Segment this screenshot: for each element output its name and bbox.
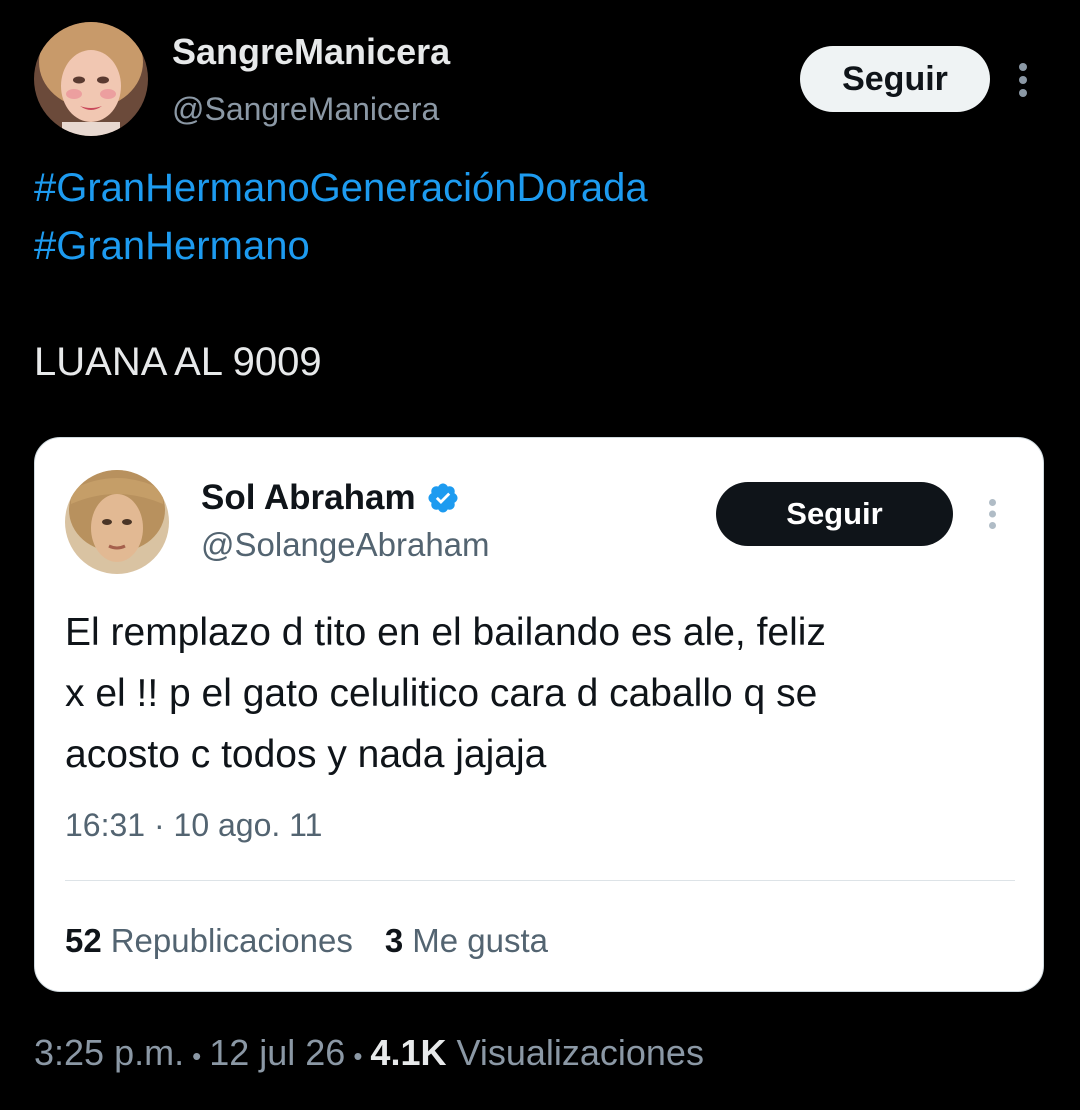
quoted-author-name[interactable]: Sol Abraham xyxy=(201,476,416,520)
quoted-tweet-card[interactable]: Sol Abraham @SolangeAbraham Seguir El re… xyxy=(34,437,1044,992)
more-options-button[interactable] xyxy=(1006,58,1040,102)
quoted-author-handle[interactable]: @SolangeAbraham xyxy=(201,524,490,566)
reposts-count: 52 xyxy=(65,922,102,959)
verified-badge-icon xyxy=(426,481,460,515)
quoted-tweet-stats: 52 Republicaciones 3 Me gusta xyxy=(65,920,548,962)
more-vertical-icon xyxy=(1019,63,1027,97)
follow-button[interactable]: Seguir xyxy=(800,46,990,112)
tweet-footer: 3:25 p.m. • 12 jul 26 • 4.1K Visualizaci… xyxy=(34,1030,704,1079)
tweet-text: LUANA AL 9009 xyxy=(34,340,322,384)
author-name[interactable]: SangreManicera xyxy=(172,30,450,74)
quoted-more-options-button[interactable] xyxy=(977,494,1007,534)
quoted-tweet-timestamp[interactable]: 16:31 · 10 ago. 11 xyxy=(65,804,322,846)
quoted-tweet-text-line: x el !! p el gato celulitico cara d caba… xyxy=(65,672,818,715)
reposts-label: Republicaciones xyxy=(110,922,353,959)
views-label[interactable]: Visualizaciones xyxy=(456,1030,703,1076)
author-avatar[interactable] xyxy=(34,22,148,136)
likes-stat[interactable]: 3 Me gusta xyxy=(385,920,548,962)
divider xyxy=(65,880,1015,881)
separator: • xyxy=(192,1041,202,1071)
hashtag-link[interactable]: #GranHermano xyxy=(34,220,310,272)
separator: • xyxy=(353,1041,363,1071)
views-count[interactable]: 4.1K xyxy=(370,1030,446,1076)
author-handle[interactable]: @SangreManicera xyxy=(172,88,439,130)
avatar-photo-icon xyxy=(34,22,148,136)
quoted-tweet-text: El remplazo d tito en el bailando es ale… xyxy=(65,602,1015,785)
quoted-tweet-text-line: acosto c todos y nada jajaja xyxy=(65,733,547,776)
avatar-photo-icon xyxy=(65,470,169,574)
tweet-time[interactable]: 3:25 p.m. xyxy=(34,1030,184,1076)
quoted-tweet-text-line: El remplazo d tito en el bailando es ale… xyxy=(65,611,826,654)
more-vertical-icon xyxy=(988,499,996,529)
reposts-stat[interactable]: 52 Republicaciones xyxy=(65,920,353,962)
quoted-author-avatar[interactable] xyxy=(65,470,169,574)
tweet-date[interactable]: 12 jul 26 xyxy=(209,1030,345,1076)
hashtag-link[interactable]: #GranHermanoGeneraciónDorada xyxy=(34,162,648,214)
likes-label: Me gusta xyxy=(412,922,548,959)
quoted-author-name-row[interactable]: Sol Abraham xyxy=(201,476,460,520)
quoted-follow-button[interactable]: Seguir xyxy=(716,482,953,546)
likes-count: 3 xyxy=(384,922,404,959)
